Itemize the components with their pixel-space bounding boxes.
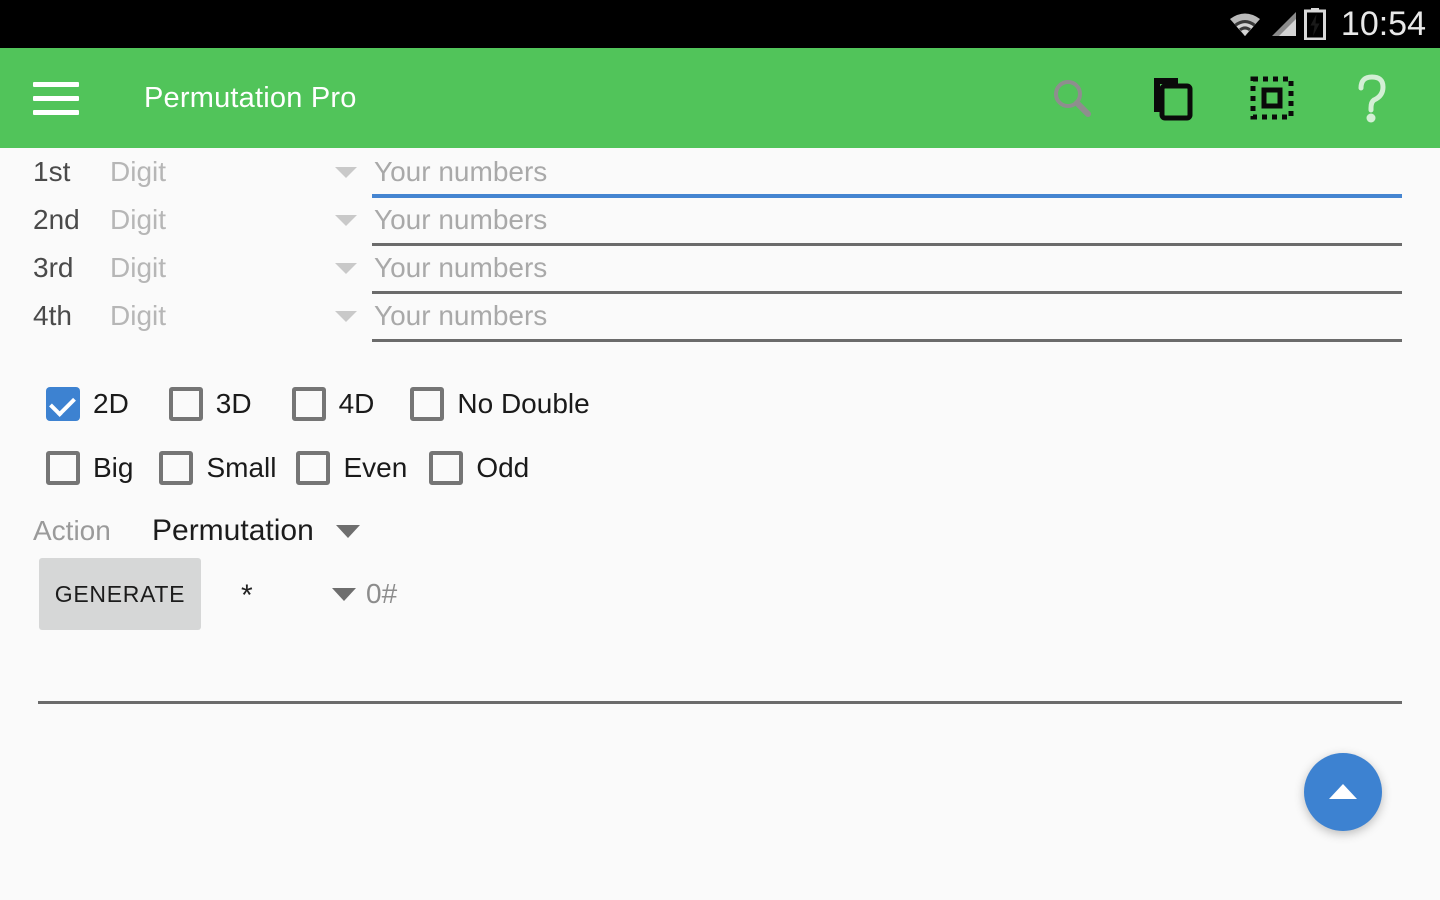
chevron-down-icon <box>335 166 357 178</box>
search-button[interactable] <box>1022 48 1122 148</box>
checkbox-odd-box[interactable] <box>429 451 464 485</box>
digit-select-2[interactable]: Digit <box>110 206 358 234</box>
digit-row-4: 4th Digit Your numbers <box>0 292 1440 340</box>
chevron-down-icon <box>332 587 356 601</box>
help-icon <box>1358 74 1386 123</box>
digit-select-value-1: Digit <box>110 156 167 187</box>
numbers-placeholder-3: Your numbers <box>374 252 548 283</box>
copy-icon <box>1154 78 1193 121</box>
checkbox-4d-label: 4D <box>338 388 375 419</box>
status-bar: 10:54 <box>0 0 1440 48</box>
numbers-input-1[interactable]: Your numbers <box>372 148 1402 196</box>
status-clock: 10:54 <box>1340 5 1426 43</box>
checkbox-no-double-box[interactable] <box>410 387 445 421</box>
hamburger-line <box>33 95 79 101</box>
chevron-down-icon <box>335 310 357 322</box>
generate-button[interactable]: GENERATE <box>39 558 201 630</box>
select-all-button[interactable] <box>1222 48 1322 148</box>
checkbox-4d-box[interactable] <box>291 387 326 421</box>
numbers-input-2[interactable]: Your numbers <box>372 196 1402 244</box>
digit-row-1: 1st Digit Your numbers <box>0 148 1440 196</box>
ordinal-label-4: 4th <box>33 300 72 331</box>
star-text: * <box>241 579 253 612</box>
checkbox-3d-label: 3D <box>215 388 252 419</box>
checkbox-even-box[interactable] <box>296 451 331 485</box>
checkbox-2d[interactable]: 2D <box>46 387 129 421</box>
action-label: Action <box>33 515 111 546</box>
digit-select-1[interactable]: Digit <box>110 158 358 186</box>
checkbox-small[interactable]: Small <box>159 451 276 485</box>
help-button[interactable] <box>1322 48 1422 148</box>
app-toolbar: Permutation Pro <box>0 48 1440 148</box>
checkbox-3d[interactable]: 3D <box>168 387 252 421</box>
numbers-placeholder-2: Your numbers <box>374 204 548 235</box>
count-select-value: 0# <box>366 578 398 609</box>
ordinal-label-3: 3rd <box>33 252 74 283</box>
numbers-placeholder-1: Your numbers <box>374 156 548 187</box>
checkbox-small-label: Small <box>206 452 277 483</box>
checkbox-2d-label: 2D <box>93 388 129 419</box>
chevron-down-icon <box>335 214 357 226</box>
numbers-underline-4 <box>372 339 1402 342</box>
checkbox-odd[interactable]: Odd <box>429 451 529 485</box>
checkbox-even-label: Even <box>343 452 408 483</box>
numbers-input-4[interactable]: Your numbers <box>372 292 1402 340</box>
digit-row-2: 2nd Digit Your numbers <box>0 196 1440 244</box>
ordinal-label-2: 2nd <box>33 204 80 235</box>
chevron-down-icon <box>335 524 360 538</box>
digit-select-3[interactable]: Digit <box>110 254 358 282</box>
cellular-signal-icon <box>1271 12 1296 36</box>
checkbox-big[interactable]: Big <box>46 451 133 485</box>
app-root: 10:54 Permutation Pro 1st Digit Your num… <box>0 0 1440 900</box>
ordinal-label-1: 1st <box>33 156 71 187</box>
hamburger-menu-icon[interactable] <box>33 78 81 118</box>
digit-select-value-4: Digit <box>110 300 167 331</box>
digit-row-3: 3rd Digit Your numbers <box>0 244 1440 292</box>
digit-select-4[interactable]: Digit <box>110 302 358 330</box>
chevron-up-icon <box>1329 784 1357 799</box>
results-divider <box>38 701 1402 704</box>
checkbox-row-filter: Big Small Even Odd <box>0 448 529 488</box>
count-select[interactable]: 0# <box>332 580 397 608</box>
action-row: Action Permutation <box>0 508 1440 554</box>
copy-button[interactable] <box>1122 48 1222 148</box>
select-all-icon <box>1250 76 1294 120</box>
action-select-value: Permutation <box>152 514 314 547</box>
search-icon <box>1054 80 1091 117</box>
numbers-input-3[interactable]: Your numbers <box>372 244 1402 292</box>
generate-row: GENERATE * 0# <box>0 558 1440 638</box>
digit-select-value-2: Digit <box>110 204 167 235</box>
checkbox-no-double-label: No Double <box>457 388 590 419</box>
checkbox-no-double[interactable]: No Double <box>410 387 590 421</box>
wifi-icon <box>1229 13 1260 36</box>
numbers-placeholder-4: Your numbers <box>374 300 548 331</box>
checkbox-odd-label: Odd <box>476 452 530 483</box>
digit-select-value-3: Digit <box>110 252 167 283</box>
battery-charging-icon <box>1303 8 1326 40</box>
action-select[interactable]: Permutation <box>152 516 360 546</box>
toolbar-actions <box>1022 48 1440 148</box>
checkbox-small-box[interactable] <box>159 451 194 485</box>
checkbox-3d-box[interactable] <box>168 387 203 421</box>
chevron-down-icon <box>335 262 357 274</box>
checkbox-row-mode: 2D 3D 4D No Double <box>0 384 590 424</box>
app-title: Permutation Pro <box>144 81 357 114</box>
checkbox-big-box[interactable] <box>46 451 80 485</box>
scroll-up-fab[interactable] <box>1304 753 1382 831</box>
hamburger-line <box>33 81 79 87</box>
main-content: 1st Digit Your numbers 2nd Digit Your nu… <box>0 148 1440 900</box>
checkbox-4d[interactable]: 4D <box>291 387 375 421</box>
checkbox-2d-box[interactable] <box>46 387 80 421</box>
status-icons: 10:54 <box>1228 7 1426 41</box>
checkbox-big-label: Big <box>93 452 134 483</box>
checkbox-even[interactable]: Even <box>296 451 407 485</box>
hamburger-line <box>33 109 79 115</box>
